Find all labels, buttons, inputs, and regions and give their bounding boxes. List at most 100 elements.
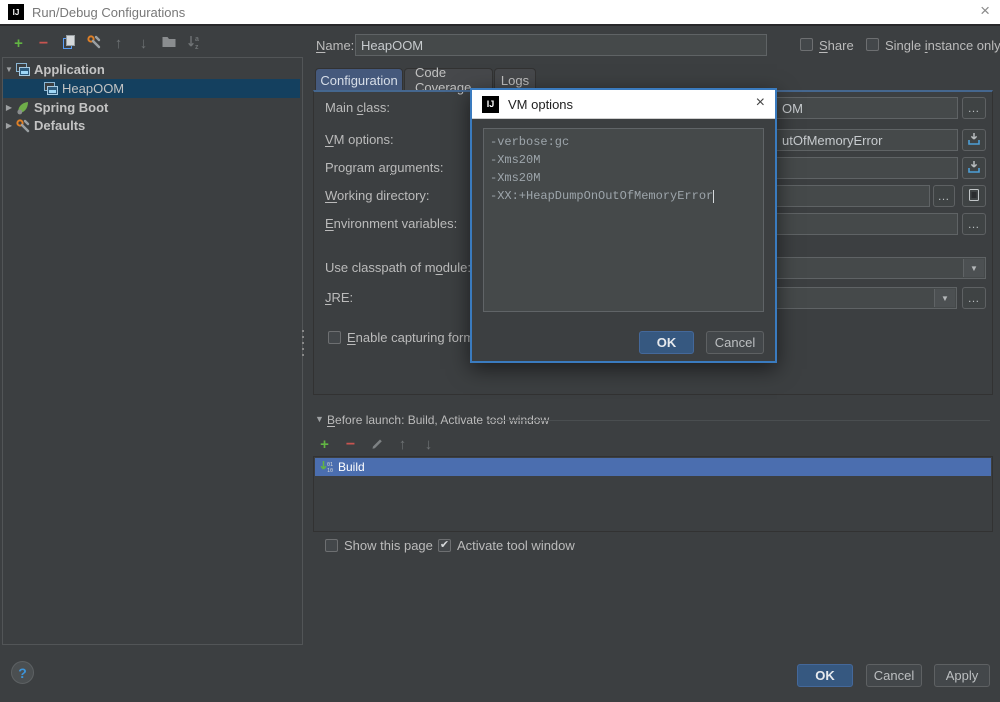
- tab-configuration[interactable]: Configuration: [315, 68, 403, 91]
- separator: [487, 420, 990, 421]
- configurations-toolbar: + − ↑ ↓ az: [10, 34, 202, 54]
- window-close-icon[interactable]: ×: [980, 1, 990, 21]
- intellij-logo-icon: IJ: [8, 4, 24, 20]
- move-task-up-button[interactable]: ↑: [394, 436, 411, 453]
- configurations-tree: [2, 57, 303, 645]
- chevron-down-icon[interactable]: ▼: [315, 414, 324, 424]
- show-this-page-label: Show this page: [344, 538, 433, 553]
- arrow-down-icon: ↓: [139, 35, 148, 52]
- before-launch-toolbar: + − ↑ ↓: [316, 436, 437, 454]
- chevron-down-icon[interactable]: ▼: [934, 289, 955, 307]
- name-input[interactable]: HeapOOM: [355, 34, 767, 56]
- svg-text:z: z: [195, 44, 199, 50]
- add-task-button[interactable]: +: [316, 436, 333, 453]
- remove-task-button[interactable]: −: [342, 436, 359, 453]
- cancel-label: Cancel: [873, 668, 915, 683]
- vm-option-line: -Xms20M: [490, 171, 541, 185]
- ellipsis-icon: …: [967, 101, 981, 115]
- text-cursor: [713, 190, 715, 203]
- single-instance-checkbox[interactable]: [866, 38, 879, 51]
- remove-icon: −: [345, 435, 356, 453]
- single-instance-label: Single instance only: [885, 38, 1000, 53]
- ellipsis-icon: …: [967, 291, 981, 305]
- expand-editor-icon: [966, 159, 982, 178]
- arrow-up-icon: ↑: [398, 436, 407, 453]
- dialog-close-icon[interactable]: ×: [756, 94, 765, 112]
- cancel-button[interactable]: Cancel: [866, 664, 922, 687]
- enable-capturing-checkbox[interactable]: [328, 331, 341, 344]
- tree-item-label: HeapOOM: [62, 81, 125, 96]
- ok-button[interactable]: OK: [797, 664, 853, 687]
- list-item-label: Build: [338, 460, 365, 474]
- sort-button[interactable]: az: [185, 35, 202, 52]
- check-icon: ✔: [439, 539, 450, 551]
- tab-label: Configuration: [320, 72, 398, 88]
- ellipsis-icon: …: [967, 217, 981, 231]
- vm-options-textarea[interactable]: -verbose:gc -Xms20M -Xms20M -XX:+HeapDum…: [483, 128, 764, 312]
- edit-defaults-button[interactable]: [85, 34, 102, 54]
- spring-boot-icon: [15, 100, 31, 116]
- main-class-browse-button[interactable]: …: [962, 97, 986, 119]
- wrench-icon: [86, 34, 102, 54]
- chevron-right-icon[interactable]: ▶: [3, 103, 15, 112]
- tree-item-spring-boot[interactable]: ▶ Spring Boot: [3, 98, 300, 117]
- dialog-titlebar: IJ VM options ×: [472, 90, 775, 119]
- enable-capturing-label: Enable capturing form: [347, 330, 475, 345]
- name-value: HeapOOM: [361, 37, 424, 53]
- tree-item-heapoom[interactable]: HeapOOM: [3, 79, 300, 98]
- tree-item-defaults[interactable]: ▶ Defaults: [3, 116, 300, 135]
- chevron-down-icon[interactable]: ▼: [963, 259, 984, 277]
- help-button[interactable]: ?: [11, 661, 34, 684]
- vm-options-dialog: IJ VM options × -verbose:gc -Xms20M -Xms…: [470, 88, 777, 363]
- vm-option-line: -verbose:gc: [490, 135, 570, 149]
- working-directory-macros-button[interactable]: [962, 185, 986, 207]
- working-directory-browse-button[interactable]: …: [933, 185, 955, 207]
- vm-options-expand-button[interactable]: [962, 129, 986, 151]
- vm-option-line: -XX:+HeapDumpOnOutOfMemoryError: [490, 189, 715, 203]
- apply-label: Apply: [945, 668, 979, 683]
- application-icon: [43, 81, 59, 97]
- program-arguments-label: Program arguments:: [325, 160, 444, 175]
- svg-text:10: 10: [327, 468, 333, 474]
- list-item-build[interactable]: 01 10 Build: [315, 458, 991, 476]
- dialog-ok-button[interactable]: OK: [639, 331, 694, 354]
- remove-configuration-button[interactable]: −: [35, 35, 52, 52]
- environment-variables-label: Environment variables:: [325, 216, 458, 231]
- move-up-button[interactable]: ↑: [110, 35, 127, 52]
- folder-button[interactable]: [160, 35, 177, 52]
- folder-icon: [161, 34, 177, 54]
- tree-item-application[interactable]: ▼ Application: [3, 60, 300, 79]
- splitter-handle[interactable]: [300, 330, 305, 358]
- window-titlebar: IJ Run/Debug Configurations ×: [0, 0, 1000, 26]
- ok-label: OK: [656, 335, 677, 350]
- name-label: Name:: [316, 38, 355, 53]
- dialog-cancel-button[interactable]: Cancel: [706, 331, 764, 354]
- application-icon: [15, 62, 31, 78]
- share-checkbox[interactable]: [800, 38, 813, 51]
- program-arguments-expand-button[interactable]: [962, 157, 986, 179]
- tree-item-label: Defaults: [34, 118, 86, 133]
- environment-variables-browse-button[interactable]: …: [962, 213, 986, 235]
- share-label: Share: [819, 38, 854, 53]
- sort-alpha-icon: az: [186, 34, 202, 54]
- jre-label: JRE:: [325, 290, 354, 305]
- jre-browse-button[interactable]: …: [962, 287, 986, 309]
- use-classpath-label: Use classpath of module:: [325, 260, 471, 275]
- add-configuration-button[interactable]: +: [10, 35, 27, 52]
- activate-tool-window-checkbox[interactable]: ✔: [438, 539, 451, 552]
- expand-editor-icon: [966, 131, 982, 150]
- chevron-right-icon[interactable]: ▶: [3, 121, 15, 130]
- chevron-down-icon[interactable]: ▼: [3, 65, 15, 74]
- svg-text:a: a: [195, 36, 199, 43]
- apply-button[interactable]: Apply: [934, 664, 990, 687]
- show-this-page-checkbox[interactable]: [325, 539, 338, 552]
- copy-configuration-button[interactable]: [60, 34, 77, 52]
- edit-task-button[interactable]: [368, 436, 385, 453]
- move-down-button[interactable]: ↓: [135, 35, 152, 52]
- tree-item-label: Application: [34, 62, 105, 77]
- macros-icon: [966, 187, 982, 206]
- move-task-down-button[interactable]: ↓: [420, 436, 437, 453]
- activate-tool-window-label: Activate tool window: [457, 538, 575, 553]
- vm-option-line: -Xms20M: [490, 153, 541, 167]
- vm-options-label: VM options:: [325, 132, 394, 147]
